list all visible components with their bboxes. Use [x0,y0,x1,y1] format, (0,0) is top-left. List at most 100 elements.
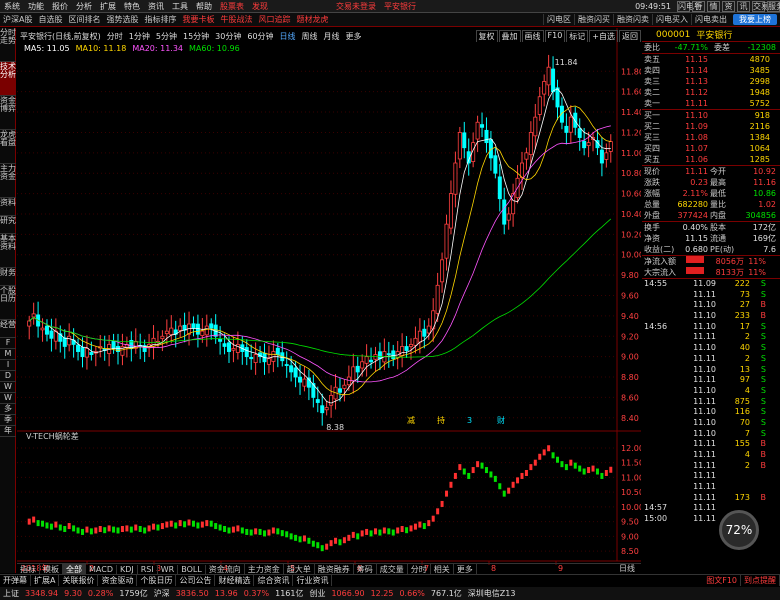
tick-row[interactable]: 11.11 2 B [642,461,780,472]
quick-button[interactable]: 交易 [752,0,769,12]
left-nav-item[interactable]: 年 [0,426,16,437]
footer-link[interactable]: 资金驱动 [98,575,138,586]
left-nav-item[interactable]: I [0,360,16,371]
footer-link[interactable]: 关联报价 [59,575,99,586]
tick-row[interactable]: 11.11 97 S [642,375,780,386]
footer-link[interactable]: 开弹幕 [0,575,31,586]
period-tab[interactable]: 1分钟 [126,31,153,42]
menu-item[interactable]: 扩展 [96,1,120,12]
footer-right-link[interactable]: 到点提醒 [741,575,780,586]
menu-item-discover[interactable]: 发现 [248,1,272,12]
left-nav-item[interactable]: 个股日历 [0,286,16,320]
quick-button[interactable]: 闪电手 [677,0,702,12]
flash-trade-tab[interactable]: 闪电区 [543,14,574,25]
indicator-tab[interactable]: 更多 [454,564,477,574]
left-nav-item[interactable]: 多 [0,404,16,415]
indicator-tab[interactable]: 相关 [431,564,454,574]
tick-row[interactable]: 11.11 [642,471,780,482]
quick-button[interactable]: 资 [722,0,735,12]
feature-tab[interactable]: 题材龙虎 [293,14,331,25]
footer-link[interactable]: 个股日历 [137,575,177,586]
period-tab[interactable]: 5分钟 [153,31,180,42]
tick-row[interactable]: 11.11 73 S [642,290,780,301]
tick-row[interactable]: 11.11 875 S [642,397,780,408]
indicator-tab[interactable]: 指标 [17,564,40,574]
trade-item[interactable]: 交易未登录 [332,1,380,12]
indicator-tab[interactable]: MACD [86,564,117,574]
period-tab[interactable]: 分时 [104,31,126,42]
left-nav-item[interactable]: D [0,371,16,382]
feature-tab[interactable]: 牛股战法 [217,14,255,25]
flash-trade-tab[interactable]: 融资闪卖 [613,14,652,25]
menu-item[interactable]: 工具 [168,1,192,12]
footer-link[interactable]: 扩展A [31,575,60,586]
left-nav-item[interactable]: 技术分析 [0,62,16,96]
feature-tab[interactable]: 风口追踪 [255,14,293,25]
menu-item[interactable]: 系统 [0,1,24,12]
tick-row[interactable]: 11.10 27 B [642,300,780,311]
tick-row[interactable]: 11.10 116 S [642,407,780,418]
tick-row[interactable]: 14:56 11.10 17 S [642,322,780,333]
indicator-tab[interactable]: BOLL [178,564,206,574]
left-nav-item[interactable]: 主力资金 [0,164,16,198]
left-nav-item[interactable]: 资料 [0,198,16,216]
market-tab[interactable]: 区间排名 [65,14,103,25]
tick-row[interactable]: 11.11 2 S [642,354,780,365]
indicator-tab[interactable]: 全部 [63,564,86,574]
footer-right-link[interactable]: 图文F10 [703,575,741,586]
tick-row[interactable]: 11.10 13 S [642,365,780,376]
quick-button[interactable]: 讯 [737,0,750,12]
tick-row[interactable]: 11.11 [642,482,780,493]
left-nav-item[interactable]: 基本资料 [0,234,16,268]
speed-gauge[interactable]: 72% [719,510,759,550]
chart-tool-button[interactable]: +自选 [589,30,618,42]
tick-list[interactable]: 14:55 11.09 222 S 11.11 73 S 11.10 27 B 11.10 233 B 1… [642,279,780,525]
tick-row[interactable]: 14:57 11.11 [642,503,780,514]
tick-row[interactable]: 11.10 40 S [642,343,780,354]
chart-tool-button[interactable]: F10 [544,30,566,42]
left-nav-item[interactable]: 分时走势 [0,28,16,62]
period-tab[interactable]: 60分钟 [244,31,276,42]
trade-item[interactable]: 平安银行 [380,1,420,12]
tick-row[interactable]: 11.10 7 S [642,429,780,440]
left-nav-item[interactable]: 龙虎看盘 [0,130,16,164]
indicator-tab[interactable]: 超大单 [284,564,315,574]
tick-row[interactable]: 11.10 70 S [642,418,780,429]
chart-tool-button[interactable]: 标记 [566,30,589,42]
market-tab[interactable]: 指标排序 [141,14,179,25]
menu-item[interactable]: 功能 [24,1,48,12]
rank-button[interactable]: 我要上榜 [733,14,777,25]
footer-link[interactable]: 行业资讯 [293,575,333,586]
menu-item-stocks[interactable]: 股票表 [216,1,248,12]
left-nav-item[interactable]: 经营 [0,320,16,338]
indicator-tab[interactable]: 分时 [408,564,431,574]
footer-link[interactable]: 综合资讯 [254,575,294,586]
tick-row[interactable]: 11.11 4 B [642,450,780,461]
indicator-tab[interactable]: 融资融券 [315,564,354,574]
tick-row[interactable]: 11.10 4 S [642,386,780,397]
chart-tool-button[interactable]: 画线 [521,30,544,42]
feature-tab[interactable]: 我要卡板 [179,14,217,25]
tick-row[interactable]: 15:0011.116830 [642,514,780,525]
left-nav-item[interactable]: 财务 [0,268,16,286]
footer-link[interactable]: 公司公告 [176,575,216,586]
market-tab[interactable]: 沪深A股 [0,14,35,25]
market-tab[interactable]: 自选股 [35,14,65,25]
indicator-tab[interactable]: 资金流向 [206,564,245,574]
quick-button[interactable]: 服务 [767,0,780,12]
period-tab[interactable]: 日线 [277,31,299,42]
kline-chart-svg[interactable]: 11.80 11.60 11.40 11.20 11.00 10.80 10.60 10.40… [17,28,641,573]
indicator-tab[interactable]: 成交量 [377,564,408,574]
stock-title[interactable]: 000001 平安银行 [642,28,780,42]
menu-item[interactable]: 特色 [120,1,144,12]
flash-trade-tab[interactable]: 闪电买入 [652,14,691,25]
menu-item[interactable]: 分析 [72,1,96,12]
menu-item[interactable]: 报价 [48,1,72,12]
quick-button[interactable]: 情 [707,0,720,12]
indicator-tab[interactable]: 模板 [40,564,63,574]
quick-button[interactable]: 行 [692,0,705,12]
indicator-tab[interactable]: 主力资金 [245,564,284,574]
tick-row[interactable]: 11.11 2 S [642,332,780,343]
period-tab[interactable]: 月线 [321,31,343,42]
period-tab[interactable]: 30分钟 [212,31,244,42]
